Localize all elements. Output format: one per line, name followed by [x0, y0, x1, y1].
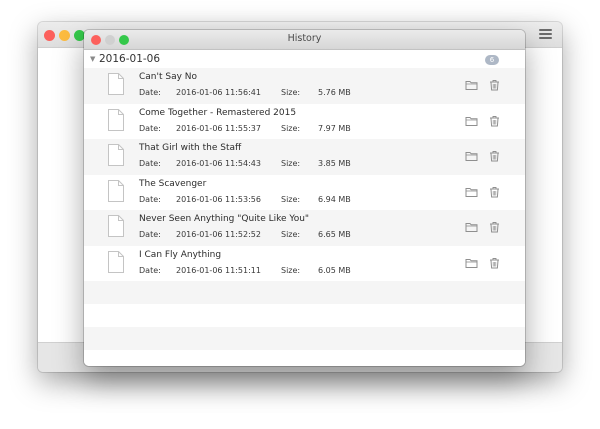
history-list: Can't Say No Date: 2016-01-06 11:56:41 S… [84, 68, 525, 366]
list-item[interactable]: The Scavenger Date: 2016-01-06 11:53:56 … [84, 174, 525, 210]
main-close-button[interactable] [44, 30, 55, 41]
date-value: 2016-01-06 11:56:41 [176, 88, 261, 97]
size-label: Size: [281, 123, 301, 133]
date-value: 2016-01-06 11:51:11 [176, 265, 261, 275]
size-value: 7.97 MB [318, 123, 351, 133]
list-item[interactable]: Can't Say No Date: 2016-01-06 11:56:41 S… [84, 68, 525, 104]
item-title: Never Seen Anything "Quite Like You" [139, 214, 310, 224]
date-label: Date: [139, 230, 161, 239]
main-minimize-button[interactable] [59, 30, 70, 41]
date-label: Date: [139, 123, 161, 133]
group-date: 2016-01-06 [99, 53, 161, 65]
size-label: Size: [281, 194, 301, 204]
date-label: Date: [139, 159, 161, 168]
size-label: Size: [281, 265, 301, 275]
count-badge: 6 [485, 55, 499, 65]
document-icon [108, 108, 124, 131]
item-title: I Can Fly Anything [139, 249, 222, 260]
date-value: 2016-01-06 11:52:52 [176, 230, 261, 239]
size-value: 6.65 MB [318, 230, 351, 239]
document-icon [108, 215, 124, 237]
trash-icon[interactable] [488, 150, 501, 162]
empty-row [84, 350, 525, 366]
date-group-header[interactable]: ▼ 2016-01-06 6 [84, 50, 525, 70]
trash-icon[interactable] [488, 221, 501, 233]
list-item[interactable]: I Can Fly Anything Date: 2016-01-06 11:5… [84, 245, 525, 281]
date-label: Date: [139, 88, 161, 97]
date-value: 2016-01-06 11:54:43 [176, 159, 261, 168]
history-titlebar: History [84, 30, 525, 50]
empty-row [84, 304, 525, 327]
size-label: Size: [281, 159, 301, 168]
item-title: Come Together - Remastered 2015 [139, 107, 297, 118]
hamburger-menu-icon[interactable] [539, 29, 552, 39]
trash-icon[interactable] [488, 115, 501, 127]
size-label: Size: [281, 230, 301, 239]
size-value: 6.94 MB [318, 194, 351, 204]
list-item[interactable]: Never Seen Anything "Quite Like You" Dat… [84, 210, 525, 246]
folder-icon[interactable] [465, 115, 478, 127]
folder-icon[interactable] [465, 150, 478, 162]
date-value: 2016-01-06 11:55:37 [176, 123, 261, 133]
document-icon [108, 179, 124, 202]
size-value: 5.76 MB [318, 88, 351, 97]
size-label: Size: [281, 88, 301, 97]
item-title: That Girl with the Staff [139, 143, 242, 153]
document-icon [108, 250, 124, 273]
trash-icon[interactable] [488, 257, 501, 269]
folder-icon[interactable] [465, 79, 478, 91]
folder-icon[interactable] [465, 186, 478, 198]
list-item[interactable]: That Girl with the Staff Date: 2016-01-0… [84, 139, 525, 175]
item-title: The Scavenger [139, 178, 207, 189]
size-value: 3.85 MB [318, 159, 351, 168]
item-title: Can't Say No [139, 72, 198, 82]
size-value: 6.05 MB [318, 265, 351, 275]
document-icon [108, 73, 124, 95]
list-item[interactable]: Come Together - Remastered 2015 Date: 20… [84, 103, 525, 139]
date-label: Date: [139, 194, 161, 204]
folder-icon[interactable] [465, 221, 478, 233]
empty-row [84, 281, 525, 304]
date-value: 2016-01-06 11:53:56 [176, 194, 261, 204]
disclosure-triangle-icon[interactable]: ▼ [90, 55, 95, 63]
document-icon [108, 144, 124, 166]
trash-icon[interactable] [488, 186, 501, 198]
window-title: History [287, 33, 322, 44]
date-label: Date: [139, 265, 161, 275]
history-window: History ▼ 2016-01-06 6 Can't Say No Date… [84, 30, 525, 366]
folder-icon[interactable] [465, 257, 478, 269]
trash-icon[interactable] [488, 79, 501, 91]
empty-row [84, 327, 525, 350]
